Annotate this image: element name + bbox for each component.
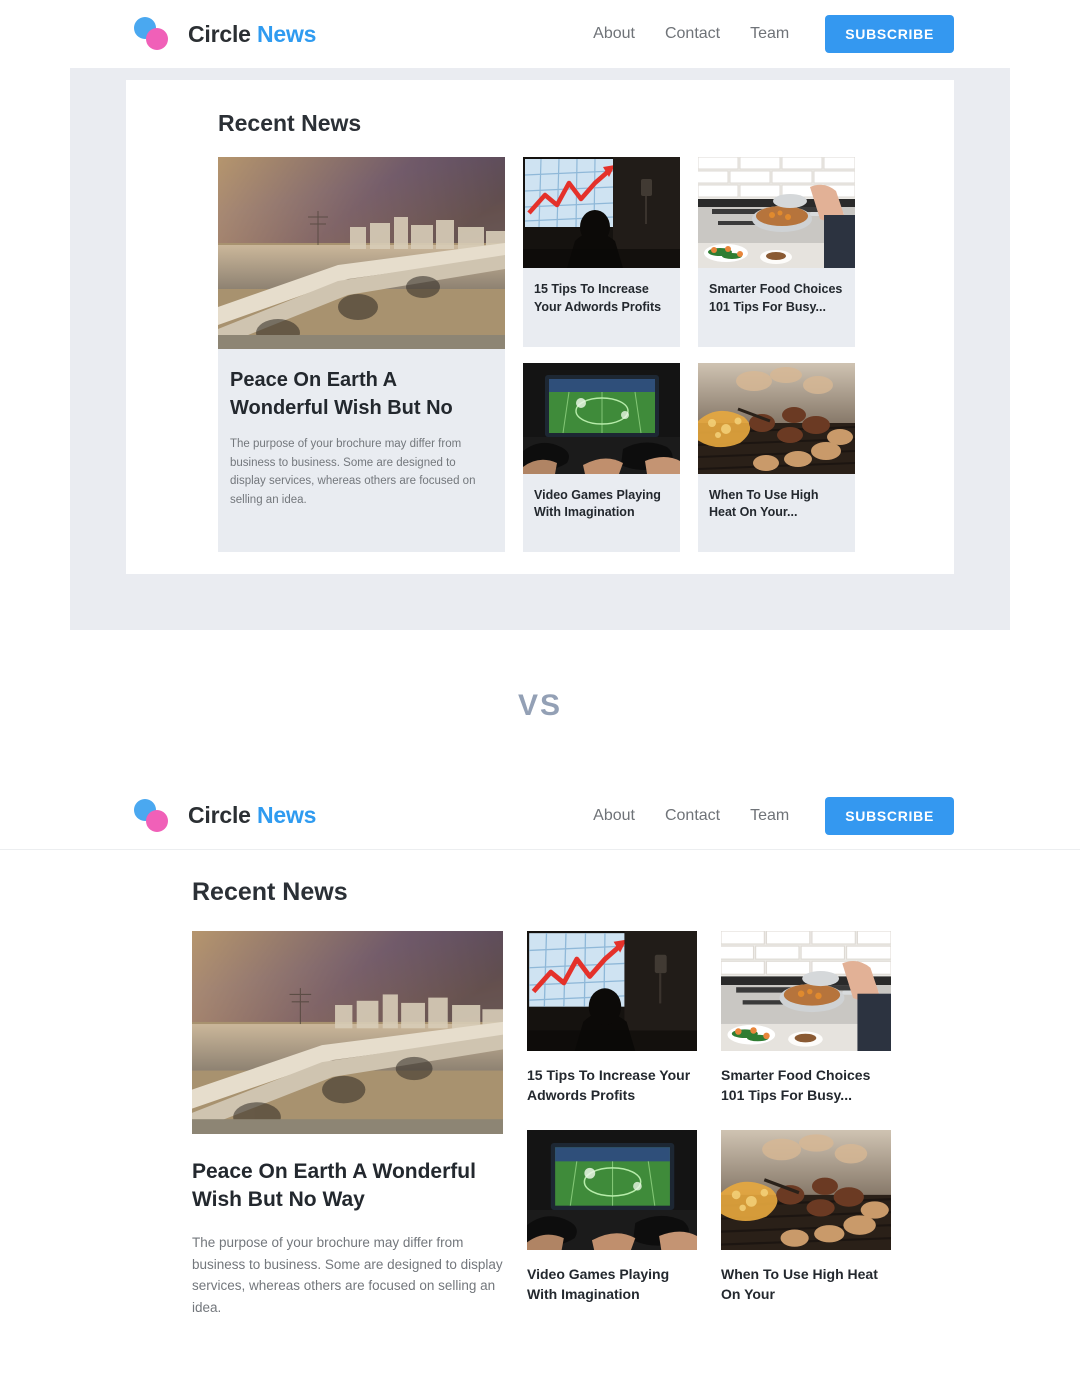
nav-link-team-bottom[interactable]: Team [750,807,789,825]
brand-name-bottom: Circle News [188,802,316,829]
page-title-bottom: Recent News [192,878,348,906]
nav-link-about-top[interactable]: About [593,25,635,43]
news-column-two-top: Smarter Food Choices 101 Tips For Busy..… [698,157,855,552]
nav-link-team-top[interactable]: Team [750,25,789,43]
news-card-high-heat-bottom[interactable]: When To Use High Heat On Your [721,1129,891,1305]
news-card-adwords-top[interactable]: 15 Tips To Increase Your Adwords Profits [523,157,680,347]
variant-a-outer-panel: Recent News Peace On Earth A Wonderful W… [70,68,1010,630]
kitchen-stove-cooking-photo-bottom [721,931,891,1051]
news-card-video-games-bottom[interactable]: Video Games Playing With Imagination [527,1129,697,1305]
brand-name-top: Circle News [188,21,316,48]
business-growth-chart-presentation-photo-top [523,157,680,268]
sunset-city-bridge-photo-top [218,157,505,349]
vs-label: VS [517,689,563,722]
variant-a-inner-panel: Recent News Peace On Earth A Wonderful W… [126,80,954,574]
featured-article-description-bottom: The purpose of your brochure may differ … [192,1234,503,1316]
variant-b-section: Circle News About Contact Team SUBSCRIBE… [0,782,1080,1320]
video-game-controllers-tv-photo-bottom [527,1129,697,1250]
news-card-title-food-choices-top: Smarter Food Choices 101 Tips For Busy..… [709,282,843,314]
featured-article-title-bottom: Peace On Earth A Wonderful Wish But No W… [192,1160,476,1212]
news-card-title-high-heat-bottom: When To Use High Heat On Your [721,1265,878,1302]
variant-b-content: Recent News Peace On Earth A Wonderful W… [0,850,1080,1320]
news-card-title-video-games-bottom: Video Games Playing With Imagination [527,1265,670,1302]
featured-article-card-bottom[interactable]: Peace On Earth A Wonderful Wish But No W… [192,931,503,1320]
main-nav-top: About Contact Team SUBSCRIBE [593,15,954,53]
brand-logo-top[interactable]: Circle News [134,17,316,51]
site-header-bottom: Circle News About Contact Team SUBSCRIBE [0,782,1080,850]
featured-article-body-top: Peace On Earth A Wonderful Wish But No T… [218,349,505,532]
main-nav-bottom: About Contact Team SUBSCRIBE [593,796,954,835]
featured-article-title-top: Peace On Earth A Wonderful Wish But No [230,369,453,419]
news-column-one-top: 15 Tips To Increase Your Adwords Profits [523,157,680,552]
news-card-title-video-games-top: Video Games Playing With Imagination [534,487,661,520]
page-title-top: Recent News [218,110,362,136]
variant-a-section: Circle News About Contact Team SUBSCRIBE… [0,0,1080,630]
two-circles-logo-icon-bottom [134,798,176,833]
subscribe-button-bottom[interactable]: SUBSCRIBE [825,796,954,835]
featured-article-card-top[interactable]: Peace On Earth A Wonderful Wish But No T… [218,157,505,552]
comparison-separator: VS [0,630,1080,782]
nav-link-about-bottom[interactable]: About [593,807,635,825]
subscribe-button-top[interactable]: SUBSCRIBE [825,15,954,53]
news-card-title-adwords-bottom: 15 Tips To Increase Your Adwords Profits [527,1067,691,1104]
sunset-city-bridge-photo-bottom [192,931,503,1134]
brand-name-primary-bottom: Circle [188,802,251,828]
news-card-food-choices-bottom[interactable]: Smarter Food Choices 101 Tips For Busy..… [721,931,891,1106]
news-card-high-heat-top[interactable]: When To Use High Heat On Your... [698,362,855,552]
news-card-adwords-bottom[interactable]: 15 Tips To Increase Your Adwords Profits [527,931,697,1106]
bbq-grill-meat-photo-bottom [721,1129,891,1250]
featured-article-body-bottom: Peace On Earth A Wonderful Wish But No W… [192,1134,503,1319]
news-grid-top: Peace On Earth A Wonderful Wish But No T… [126,157,954,552]
news-card-food-choices-top[interactable]: Smarter Food Choices 101 Tips For Busy..… [698,157,855,347]
brand-name-primary: Circle [188,20,251,47]
news-column-two-bottom: Smarter Food Choices 101 Tips For Busy..… [721,931,891,1319]
nav-link-contact-bottom[interactable]: Contact [665,807,720,825]
news-card-title-adwords-top: 15 Tips To Increase Your Adwords Profits [534,282,662,314]
site-header-top: Circle News About Contact Team SUBSCRIBE [0,0,1080,68]
news-card-title-high-heat-top: When To Use High Heat On Your... [709,487,819,520]
news-grid-bottom: Peace On Earth A Wonderful Wish But No W… [0,931,1080,1320]
featured-article-description-top: The purpose of your brochure may differ … [230,438,476,507]
business-growth-chart-presentation-photo-bottom [527,931,697,1051]
news-column-one-bottom: 15 Tips To Increase Your Adwords Profits [527,931,697,1319]
video-game-controllers-tv-photo-top [523,362,680,474]
bbq-grill-meat-photo-top [698,362,855,474]
news-card-video-games-top[interactable]: Video Games Playing With Imagination [523,362,680,552]
nav-link-contact-top[interactable]: Contact [665,25,720,43]
two-circles-logo-icon [134,17,176,51]
news-card-title-food-choices-bottom: Smarter Food Choices 101 Tips For Busy..… [721,1067,871,1104]
brand-name-accent-bottom: News [256,802,317,828]
brand-logo-bottom[interactable]: Circle News [134,798,316,833]
brand-name-accent: News [256,20,317,47]
kitchen-stove-cooking-photo-top [698,157,855,268]
